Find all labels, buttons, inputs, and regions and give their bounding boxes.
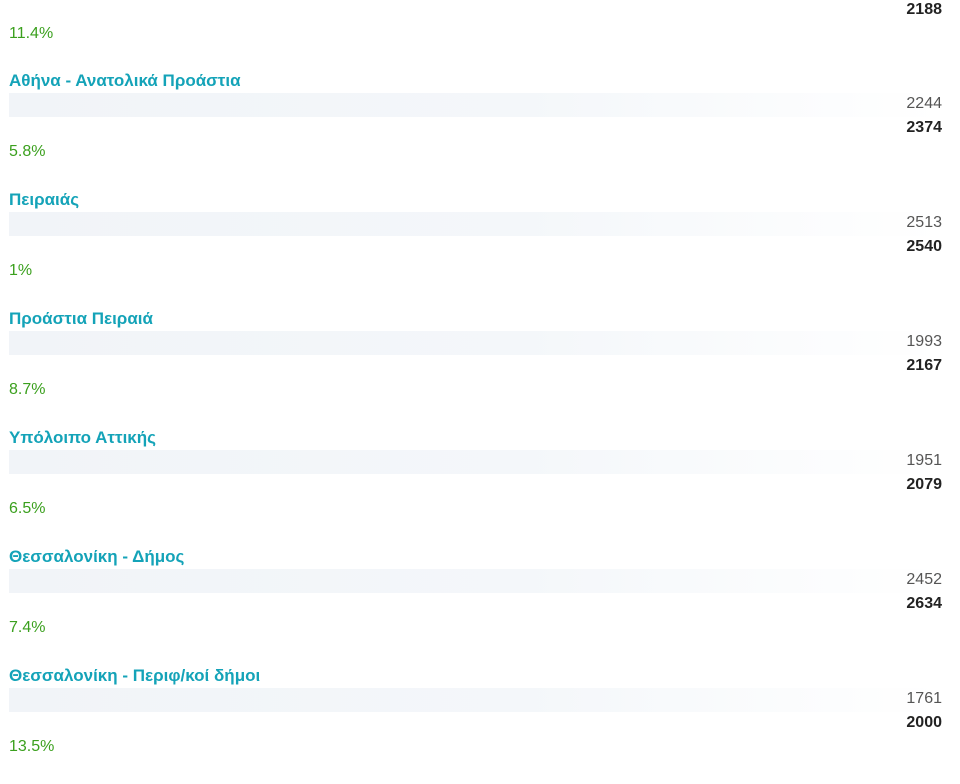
region-name: Πειραιάς bbox=[9, 190, 80, 209]
list-item: Προάστια Πειραιά 1993 2167 8.7% bbox=[0, 308, 960, 427]
previous-value: 1993 bbox=[906, 333, 942, 350]
region-name: Θεσσαλονίκη - Περιφ/κοί δήμοι bbox=[9, 666, 261, 685]
price-list: 2188 11.4% Αθήνα - Ανατολικά Προάστια 22… bbox=[0, 0, 960, 781]
value-bar bbox=[9, 569, 942, 593]
current-value: 2540 bbox=[906, 238, 942, 255]
change-percent: 13.5% bbox=[9, 738, 55, 755]
change-percent: 5.8% bbox=[9, 143, 46, 160]
value-bar bbox=[9, 331, 942, 355]
previous-value: 2244 bbox=[906, 95, 942, 112]
previous-value: 2513 bbox=[906, 214, 942, 231]
current-value: 2079 bbox=[906, 476, 942, 493]
change-percent: 8.7% bbox=[9, 381, 46, 398]
list-item: Θεσσαλονίκη - Δήμος 2452 2634 7.4% bbox=[0, 546, 960, 665]
current-value: 2188 bbox=[906, 1, 942, 18]
previous-value: 2452 bbox=[906, 571, 942, 588]
list-item: Αθήνα - Ανατολικά Προάστια 2244 2374 5.8… bbox=[0, 70, 960, 189]
value-bar bbox=[9, 212, 942, 236]
region-name: Υπόλοιπο Αττικής bbox=[9, 428, 156, 447]
current-value: 2374 bbox=[906, 119, 942, 136]
change-percent: 7.4% bbox=[9, 619, 46, 636]
region-name: Αθήνα - Ανατολικά Προάστια bbox=[9, 71, 241, 90]
list-item: Θεσσαλονίκη - Περιφ/κοί δήμοι 1761 2000 … bbox=[0, 665, 960, 784]
list-item: Υπόλοιπο Αττικής 1951 2079 6.5% bbox=[0, 427, 960, 546]
previous-value: 1761 bbox=[906, 690, 942, 707]
change-percent: 11.4% bbox=[9, 25, 54, 42]
value-bar bbox=[9, 93, 942, 117]
region-name: Προάστια Πειραιά bbox=[9, 309, 153, 328]
change-percent: 6.5% bbox=[9, 500, 46, 517]
current-value: 2634 bbox=[906, 595, 942, 612]
value-bar bbox=[9, 688, 942, 712]
current-value: 2167 bbox=[906, 357, 942, 374]
current-value: 2000 bbox=[906, 714, 942, 731]
previous-value: 1951 bbox=[906, 452, 942, 469]
change-percent: 1% bbox=[9, 262, 33, 279]
value-bar bbox=[9, 450, 942, 474]
list-item-partial: 2188 11.4% bbox=[0, 0, 960, 71]
list-item: Πειραιάς 2513 2540 1% bbox=[0, 189, 960, 308]
region-name: Θεσσαλονίκη - Δήμος bbox=[9, 547, 185, 566]
